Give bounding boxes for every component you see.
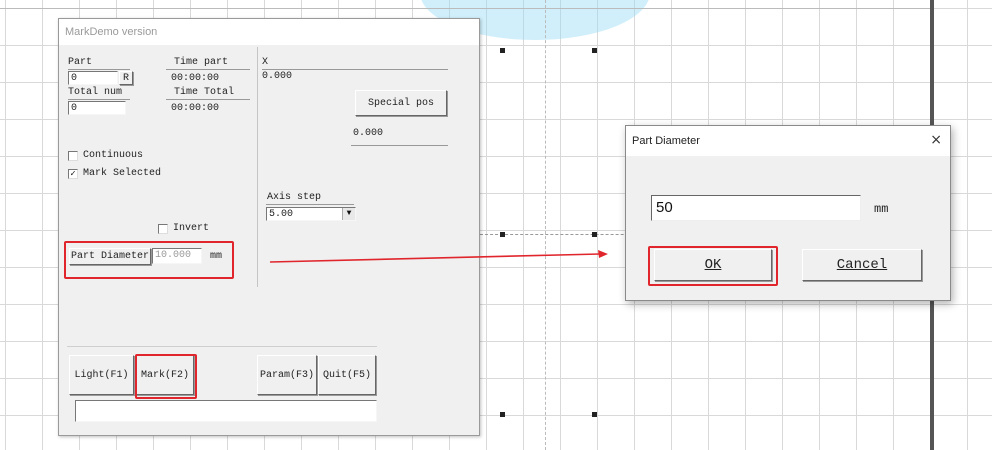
part-label: Part: [68, 57, 93, 68]
selection-handle[interactable]: [500, 232, 505, 237]
selection-handle[interactable]: [592, 412, 597, 417]
cancel-button-label: Cancel: [836, 257, 888, 273]
special-pos-value: 0.000: [353, 128, 384, 139]
selection-handle[interactable]: [500, 412, 505, 417]
highlight-ok-button: [648, 246, 778, 286]
quit-button[interactable]: Quit(F5): [318, 355, 376, 395]
dialog-title-text: Part Diameter: [632, 135, 700, 147]
time-total-value: 00:00:00: [171, 103, 220, 114]
time-part-value: 00:00:00: [171, 73, 220, 84]
axis-step-underline: [266, 204, 354, 205]
red-arrow-icon: [270, 250, 608, 263]
close-icon[interactable]: ×: [930, 132, 942, 148]
time-total-label: Time Total: [174, 87, 235, 98]
highlight-part-diameter: [64, 241, 234, 279]
chevron-down-icon[interactable]: ▼: [342, 208, 355, 220]
canvas-center-vertical-line: [545, 0, 546, 450]
invert-label: Invert: [173, 223, 210, 234]
cancel-button[interactable]: Cancel: [802, 249, 922, 281]
dialog-title: Part Diameter ×: [626, 126, 950, 156]
canvas-top-border: [0, 8, 930, 9]
selection-handle[interactable]: [592, 48, 597, 53]
total-num-field[interactable]: 0: [68, 101, 126, 115]
time-total-underline: [166, 99, 250, 100]
panel-divider: [257, 47, 258, 287]
param-button[interactable]: Param(F3): [257, 355, 317, 395]
total-num-underline: [68, 99, 130, 100]
invert-checkbox[interactable]: [158, 224, 168, 234]
part-underline: [68, 69, 130, 70]
x-underline: [262, 69, 448, 70]
continuous-label: Continuous: [83, 150, 144, 161]
time-part-label: Time part: [174, 57, 229, 68]
highlight-mark-button: [135, 354, 197, 399]
selection-handle[interactable]: [592, 232, 597, 237]
diameter-input[interactable]: 50: [651, 195, 861, 221]
window-title: MarkDemo version: [59, 19, 479, 45]
mark-selected-checkbox[interactable]: ✓: [68, 169, 78, 179]
light-button[interactable]: Light(F1): [69, 355, 134, 395]
selection-handle[interactable]: [500, 48, 505, 53]
total-num-label: Total num: [68, 87, 123, 98]
part-diameter-dialog: Part Diameter × 50 mm OK Cancel: [625, 125, 951, 301]
markdemo-window: MarkDemo version Part 0 R Time part 00:0…: [58, 18, 480, 436]
axis-step-label: Axis step: [267, 192, 322, 203]
x-value: 0.000: [262, 71, 293, 82]
special-pos-underline: [351, 145, 448, 146]
status-field: [75, 400, 377, 422]
bottom-group-line: [67, 346, 377, 347]
time-part-underline: [166, 69, 250, 70]
continuous-checkbox[interactable]: [68, 151, 78, 161]
part-field[interactable]: 0: [68, 71, 118, 85]
mark-selected-label: Mark Selected: [83, 168, 162, 179]
x-label: X: [262, 57, 269, 68]
special-pos-button[interactable]: Special pos: [355, 90, 447, 116]
axis-step-value: 5.00: [269, 209, 294, 220]
axis-step-select[interactable]: 5.00 ▼: [266, 207, 356, 221]
diameter-unit: mm: [874, 202, 889, 216]
reset-part-button[interactable]: R: [119, 71, 133, 85]
